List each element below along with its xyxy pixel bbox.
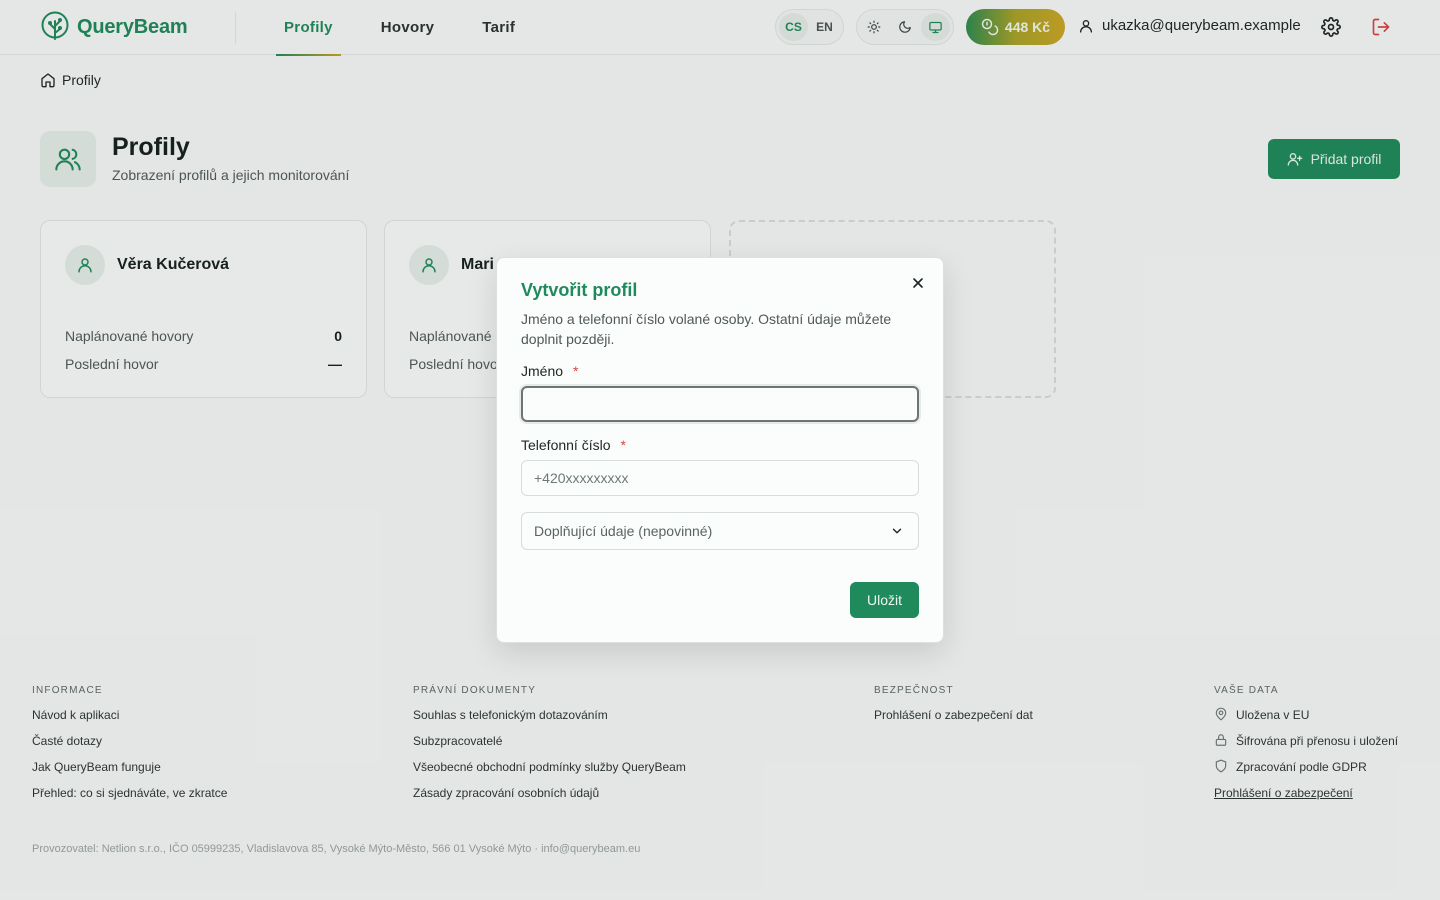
dialog-title: Vytvořit profil [521,280,638,300]
create-profile-dialog: Vytvořit profil Jméno a telefonní číslo … [496,257,944,643]
close-dialog-button[interactable] [910,275,926,291]
required-mark: * [620,437,626,453]
save-button[interactable]: Uložit [850,582,919,618]
close-icon [910,275,926,291]
optional-details-toggle[interactable]: Doplňující údaje (nepovinné) [521,512,919,550]
optional-details-label: Doplňující údaje (nepovinné) [534,523,713,539]
chevron-down-icon [890,524,904,538]
name-field-label: Jméno * [521,363,578,379]
dialog-description: Jméno a telefonní číslo volané osoby. Os… [521,311,892,347]
phone-field-label: Telefonní číslo * [521,437,626,453]
phone-input[interactable] [521,460,919,496]
name-input[interactable] [521,386,919,422]
name-label-text: Jméno [521,363,564,379]
required-mark: * [573,363,579,379]
phone-label-text: Telefonní číslo [521,437,611,453]
